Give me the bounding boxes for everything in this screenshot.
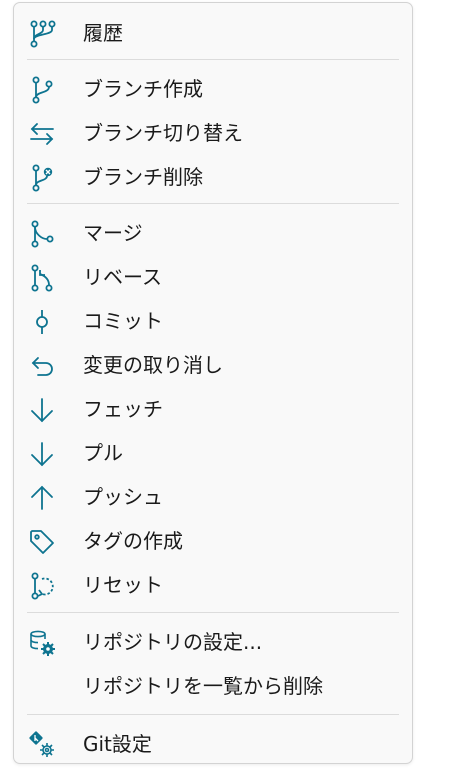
menu-item-commit[interactable]: コミット: [14, 301, 412, 341]
menu-item-label: フェッチ: [83, 397, 163, 421]
menu-item-remove-repository[interactable]: リポジトリを一覧から削除: [14, 666, 412, 706]
menu-item-switch-branch[interactable]: ブランチ切り替え: [14, 113, 412, 153]
menu-item-label: リセット: [83, 573, 163, 597]
menu-item-label: リポジトリの設定...: [83, 630, 263, 654]
merge-icon: [27, 219, 57, 249]
menu-item-history[interactable]: 履歴: [14, 13, 412, 53]
menu-item-create-tag[interactable]: タグの作成: [14, 521, 412, 561]
menu-item-label: ブランチ削除: [83, 165, 203, 189]
git-settings-icon: [27, 730, 57, 760]
menu-item-label: リベース: [83, 265, 162, 289]
menu-item-label: タグの作成: [83, 529, 183, 553]
menu-item-label: ブランチ切り替え: [83, 121, 243, 145]
menu-item-label: マージ: [83, 221, 143, 245]
menu-item-reset[interactable]: リセット: [14, 565, 412, 605]
menu-item-push[interactable]: プッシュ: [14, 477, 412, 517]
menu-item-fetch[interactable]: フェッチ: [14, 389, 412, 429]
menu-item-undo-changes[interactable]: 変更の取り消し: [14, 345, 412, 385]
pull-arrow-down-icon: [27, 439, 57, 469]
menu-item-label: コミット: [83, 309, 163, 333]
menu-separator: [27, 203, 399, 204]
menu-item-rebase[interactable]: リベース: [14, 257, 412, 297]
menu-item-label: 変更の取り消し: [83, 353, 223, 377]
menu-item-delete-branch[interactable]: ブランチ削除: [14, 157, 412, 197]
switch-arrows-icon: [27, 119, 57, 149]
push-arrow-up-icon: [27, 483, 57, 513]
menu-item-label: プッシュ: [83, 485, 163, 509]
reset-icon: [27, 571, 57, 601]
tag-icon: [27, 527, 57, 557]
menu-item-label: 履歴: [83, 21, 123, 45]
menu-item-label: リポジトリを一覧から削除: [83, 674, 323, 698]
menu-item-repository-settings[interactable]: リポジトリの設定...: [14, 622, 412, 662]
menu-separator: [27, 714, 399, 715]
menu-separator: [27, 59, 399, 60]
branch-create-icon: [27, 75, 57, 105]
menu-item-pull[interactable]: プル: [14, 433, 412, 473]
menu-item-label: プル: [83, 441, 123, 465]
branch-delete-icon: [27, 163, 57, 193]
repository-settings-icon: [27, 628, 57, 658]
undo-icon: [27, 351, 57, 381]
menu-item-label: ブランチ作成: [83, 77, 203, 101]
fetch-arrow-down-icon: [27, 395, 57, 425]
menu-item-create-branch[interactable]: ブランチ作成: [14, 69, 412, 109]
rebase-icon: [27, 263, 57, 293]
history-branches-icon: [27, 19, 57, 49]
menu-item-label: Git設定: [83, 732, 152, 756]
menu-item-git-settings[interactable]: Git設定: [14, 724, 412, 764]
commit-icon: [27, 307, 57, 337]
menu-item-merge[interactable]: マージ: [14, 213, 412, 253]
menu-separator: [27, 612, 399, 613]
git-context-menu: 履歴 ブランチ作成 ブランチ切り替え ブランチ削除 マージ リベース コミット …: [13, 2, 413, 764]
